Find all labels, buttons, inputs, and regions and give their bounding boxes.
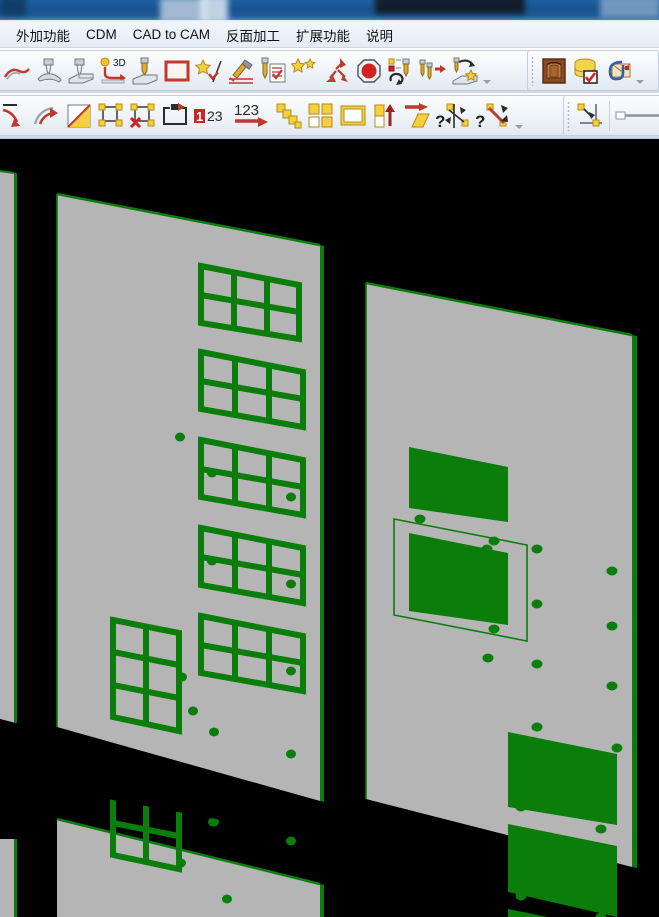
curve-milling-icon[interactable] — [1, 52, 33, 90]
chrome-blur-e — [600, 0, 659, 18]
shear-right-icon[interactable] — [401, 97, 433, 135]
menu-reverse-machining[interactable]: 反面加工 — [218, 22, 288, 48]
machining-toolbar: 3D — [0, 50, 586, 91]
diagonal-fill-icon[interactable] — [63, 97, 95, 135]
svg-text:3D: 3D — [113, 58, 126, 69]
svg-text:?: ? — [475, 112, 485, 130]
surface-milling-icon[interactable] — [33, 52, 65, 90]
toolbar-grip[interactable] — [529, 55, 536, 86]
menu-extended-functions[interactable]: 扩展功能 — [288, 22, 358, 48]
menu-cad-to-cam[interactable]: CAD to CAM — [125, 24, 218, 45]
svg-text:1: 1 — [196, 109, 203, 124]
frame-block-icon[interactable] — [337, 97, 369, 135]
toolbar-row-2: 1 23 123 ? ? — [0, 93, 659, 139]
extrude-up-icon[interactable] — [369, 97, 401, 135]
arc-red-icon[interactable] — [0, 97, 31, 135]
application-window: 外加功能 CDM CAD to CAM 反面加工 扩展功能 说明 3D 1 23… — [0, 0, 659, 917]
drill-spot-icon[interactable] — [129, 52, 161, 90]
door-panel-icon[interactable] — [538, 52, 570, 90]
delete-nodes-icon[interactable] — [127, 97, 159, 135]
geometry-toolbar: 1 23 123 ? ? — [0, 95, 568, 136]
svg-text:?: ? — [435, 112, 445, 130]
chrome-blur-a — [0, 0, 26, 16]
panel-left-main[interactable] — [56, 192, 324, 827]
cascade-blocks-icon[interactable] — [273, 97, 305, 135]
database-check-icon[interactable] — [570, 52, 602, 90]
number-order-icon[interactable]: 1 23 — [191, 97, 231, 135]
svg-text:23: 23 — [207, 108, 223, 124]
cad-scene — [0, 139, 659, 917]
snap-point-icon[interactable] — [574, 97, 606, 135]
panel-left-sliver[interactable] — [0, 170, 17, 723]
tile-blocks-icon[interactable] — [305, 97, 337, 135]
chrome-blur-d — [375, 0, 525, 14]
toolbar-row-1: 3D — [0, 48, 659, 94]
arc-sweep-icon[interactable] — [31, 97, 63, 135]
transform-toolbar — [563, 95, 659, 136]
slider-track-icon[interactable] — [613, 97, 659, 135]
magic-trim-icon[interactable] — [193, 52, 225, 90]
menu-bar: 外加功能 CDM CAD to CAM 反面加工 扩展功能 说明 — [0, 22, 659, 48]
magic-star-icon[interactable] — [289, 52, 321, 90]
magic-move-icon[interactable] — [321, 52, 353, 90]
cad-3d-viewport[interactable] — [0, 139, 659, 917]
select-nodes-icon[interactable] — [95, 97, 127, 135]
window-chrome-strip — [0, 0, 659, 22]
menu-cdm[interactable]: CDM — [78, 24, 125, 45]
reverse-machining-icon[interactable] — [449, 52, 481, 90]
pocket-milling-icon[interactable] — [65, 52, 97, 90]
tool-list-check-icon[interactable] — [257, 52, 289, 90]
toolbar-overflow-chevron-1[interactable] — [481, 52, 492, 90]
toolbar-overflow-chevron-2[interactable] — [634, 52, 645, 90]
query-node-icon[interactable]: ? — [433, 97, 473, 135]
menu-help[interactable]: 说明 — [358, 22, 401, 48]
toolbar-grip[interactable] — [565, 100, 572, 131]
toolbar-overflow-chevron-3[interactable] — [513, 97, 524, 135]
query-line-icon[interactable]: ? — [473, 97, 513, 135]
svg-text:123: 123 — [234, 102, 259, 119]
rectangle-pocket-icon[interactable] — [161, 52, 193, 90]
start-point-icon[interactable] — [159, 97, 191, 135]
attachment-mail-icon[interactable] — [602, 52, 634, 90]
3d-engraving-icon[interactable]: 3D — [97, 52, 129, 90]
stop-sign-icon[interactable] — [353, 52, 385, 90]
multi-tool-icon[interactable] — [417, 52, 449, 90]
number-sequence-icon[interactable]: 123 — [231, 97, 273, 135]
tool-order-icon[interactable] — [385, 52, 417, 90]
toolbar-separator — [609, 100, 610, 131]
background-gap — [0, 775, 57, 839]
document-toolbar — [527, 50, 659, 91]
chamfer-tool-icon[interactable] — [225, 52, 257, 90]
menu-external-functions[interactable]: 外加功能 — [8, 22, 78, 48]
chrome-blur-c — [200, 0, 228, 22]
